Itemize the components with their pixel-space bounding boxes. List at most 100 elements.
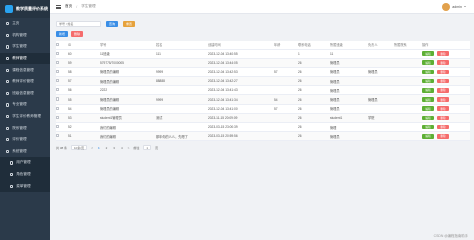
table-row[interactable]: 51 我们的编辑 那年你的么么，先嗯了 2023-03-15 20:59:56 26 管理… (56, 131, 470, 142)
sidebar-item-teacher-eval[interactable]: 教师评价管理 (0, 76, 50, 88)
cell-leader: 管理员 (368, 94, 394, 105)
table-row[interactable]: 55 管理员的编辑 9999 2023-12-04 13:41:34 54 26 管理员 管理… (56, 94, 470, 105)
add-button[interactable]: 新增 (56, 31, 69, 37)
delete-button[interactable]: 删除 (437, 51, 449, 56)
edit-button[interactable]: 编辑 (422, 69, 434, 75)
action-toolbar: 新增 删除 (56, 31, 468, 37)
edit-button[interactable]: 编辑 (422, 133, 434, 139)
goto-label: 前往 (133, 145, 140, 150)
user-menu[interactable]: admin (442, 2, 466, 11)
delete-button[interactable]: 删除 (437, 124, 449, 130)
delete-button[interactable]: 删除 (437, 60, 449, 66)
cell-age: 57 (274, 104, 298, 114)
edit-button[interactable]: 编辑 (422, 97, 434, 102)
delete-button[interactable]: 删除 (437, 115, 449, 121)
table-row[interactable]: 56 2222 2023-12-04 13:41:43 26 管理员 编辑 删除 (56, 85, 470, 96)
delete-button[interactable]: 删除 (437, 133, 449, 139)
edit-button[interactable]: 编辑 (422, 88, 434, 93)
column-header-student-no[interactable]: 学号 (100, 41, 156, 50)
page-number[interactable]: 1 (97, 146, 101, 150)
delete-button[interactable]: 删除 (437, 97, 449, 102)
sidebar-item-courses[interactable]: 课程信息管理 (0, 64, 50, 76)
row-checkbox[interactable] (56, 79, 60, 83)
row-checkbox[interactable] (56, 115, 60, 119)
column-header-name[interactable]: 姓名 (156, 41, 208, 50)
row-checkbox[interactable] (56, 51, 60, 55)
search-input[interactable] (56, 21, 101, 27)
table-row[interactable]: 58 管理员的编辑 9999 2023-12-04 13:42:53 57 26 管理员 管理… (56, 67, 470, 78)
edit-button[interactable]: 编辑 (422, 51, 434, 56)
row-checkbox[interactable] (56, 60, 60, 64)
edit-button[interactable]: 编辑 (422, 115, 434, 121)
edit-button[interactable]: 编辑 (422, 124, 434, 130)
avatar[interactable] (442, 2, 451, 11)
row-checkbox[interactable] (56, 125, 60, 129)
cell-age (274, 58, 298, 68)
row-actions: 编辑 删除 (422, 58, 470, 68)
column-header-dept[interactable]: 所属院系 (394, 41, 422, 50)
sidebar-item-institution[interactable]: 机构管理 (0, 30, 50, 42)
table-row[interactable]: 53 student1管理员 测试 2023-11-15 20:09:09 26 stud… (56, 113, 470, 124)
sidebar-item-home[interactable]: 主页 (0, 18, 50, 30)
column-header-leader[interactable]: 负责人 (368, 41, 394, 50)
sidebar-item-roles[interactable]: 角色管理 (0, 168, 50, 181)
sidebar-item-students[interactable]: 学生管理 (0, 41, 50, 53)
cell-dept (394, 113, 422, 124)
chevron-down-icon[interactable] (464, 6, 466, 7)
table-row[interactable]: 57 管理员的编辑 88888 2023-12-04 13:42:27 26 管理员 编辑删… (56, 76, 470, 87)
app-logo[interactable]: 教学质量评价系统 (0, 0, 50, 18)
column-header-id[interactable]: ID (68, 41, 100, 50)
reset-button[interactable]: 重置 (123, 21, 136, 27)
sidebar-item-departments[interactable]: 院系管理 (0, 122, 50, 134)
user-name[interactable]: admin (452, 5, 462, 9)
row-checkbox[interactable] (56, 88, 60, 92)
breadcrumb-home[interactable]: 首页 (65, 4, 72, 9)
table-row[interactable]: 52 我们的编辑 2023-03-15 23:00:39 26 管理 编辑 删除 (56, 122, 470, 133)
sidebar-item-classes[interactable]: 班级信息管理 (0, 88, 50, 100)
delete-button[interactable]: 删除 (437, 78, 449, 84)
delete-button[interactable]: 删除 (437, 106, 449, 112)
sidebar-item-majors[interactable]: 专业管理 (0, 99, 50, 111)
table-row[interactable]: 60 11班级 111 2023-12-04 13:40:55 1 11 编辑 删除 (56, 49, 470, 59)
column-header-phone[interactable]: 联系电话 (298, 41, 330, 50)
page-number[interactable]: 2 (105, 146, 109, 150)
column-header-class[interactable]: 所属班级 (330, 41, 368, 50)
delete-button[interactable]: 删除 (437, 69, 449, 75)
row-checkbox[interactable] (56, 106, 60, 110)
cell-leader: 学院 (368, 113, 394, 124)
query-button[interactable]: 查询 (106, 21, 119, 27)
sidebar-item-teachers[interactable]: 教师管理 (0, 52, 50, 65)
row-checkbox[interactable] (56, 134, 60, 138)
column-header-age[interactable]: 年龄 (274, 41, 298, 50)
sidebar-item-menus[interactable]: 菜单管理 (0, 180, 50, 192)
next-page-button[interactable]: > (128, 146, 130, 150)
edit-button[interactable]: 编辑 (422, 78, 434, 84)
table-row[interactable]: 54 管理员的编辑 2023-12-04 13:41:00 57 26 管理员 编辑 删除 (56, 104, 470, 114)
table-row[interactable]: 59 579775/7000005 2023-12-04 13:44:05 26 管理员… (56, 58, 470, 68)
cell-dept (394, 76, 422, 87)
sidebar-item-evaluations[interactable]: 评价管理 (0, 134, 50, 146)
select-all-header[interactable] (56, 41, 68, 50)
page-number[interactable]: 4 (120, 146, 124, 150)
home-icon (6, 22, 10, 26)
cell-age (274, 122, 298, 133)
page-size-select[interactable]: 10条/页 (71, 145, 88, 151)
cell-created: 2023-11-15 20:09:09 (208, 113, 274, 124)
edit-button[interactable]: 编辑 (422, 106, 434, 112)
row-checkbox[interactable] (56, 97, 60, 101)
select-all-checkbox[interactable] (56, 42, 60, 46)
sidebar-item-users[interactable]: 用户管理 (0, 157, 50, 169)
prev-page-button[interactable]: < (91, 146, 93, 150)
batch-delete-button[interactable]: 删除 (71, 31, 84, 37)
column-header-created[interactable]: 创建时间 (208, 41, 274, 50)
sidebar-item-student-eval[interactable]: 学生评价教师管理 (0, 111, 50, 123)
user-icon (10, 161, 14, 165)
hamburger-icon[interactable] (56, 4, 61, 9)
sidebar-item-system[interactable]: 系统管理 (0, 146, 50, 158)
cell-phone: 26 (298, 104, 330, 114)
row-checkbox[interactable] (56, 69, 60, 74)
page-number[interactable]: 3 (112, 146, 116, 150)
delete-button[interactable]: 删除 (437, 88, 449, 93)
goto-page-input[interactable]: 1 (143, 145, 152, 151)
edit-button[interactable]: 编辑 (422, 60, 434, 66)
